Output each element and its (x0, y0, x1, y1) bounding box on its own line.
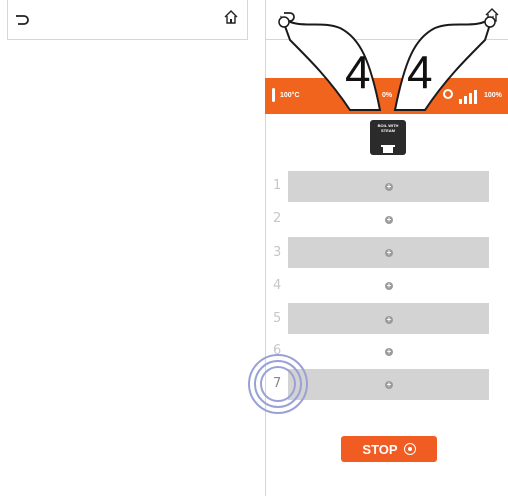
step-number-5: 5 (273, 311, 282, 326)
left-top-bar (7, 0, 248, 40)
plus-icon[interactable]: + (385, 183, 393, 191)
back-icon[interactable] (12, 10, 32, 30)
step-number-3: 3 (273, 245, 282, 260)
stop-button[interactable]: STOP (341, 436, 437, 462)
step-number-2: 2 (273, 211, 282, 226)
plus-icon[interactable]: + (385, 316, 393, 324)
stop-icon (403, 443, 416, 455)
plus-icon[interactable]: + (385, 348, 393, 356)
step-number-1: 1 (273, 178, 282, 193)
tap-count-left: 4 (345, 46, 371, 98)
tap-gesture-overlay (278, 15, 496, 111)
plus-icon[interactable]: + (385, 216, 393, 224)
step-number-4: 4 (273, 278, 282, 293)
right-panel-left-border (265, 0, 266, 496)
step-number-7: 7 (273, 376, 282, 391)
pot-icon (381, 140, 395, 153)
plus-icon[interactable]: + (385, 249, 393, 257)
tap-count-right: 4 (407, 46, 433, 98)
stop-label: STOP (362, 441, 398, 457)
plus-icon[interactable]: + (385, 381, 393, 389)
plus-icon[interactable]: + (385, 282, 393, 290)
home-icon[interactable] (222, 8, 240, 26)
